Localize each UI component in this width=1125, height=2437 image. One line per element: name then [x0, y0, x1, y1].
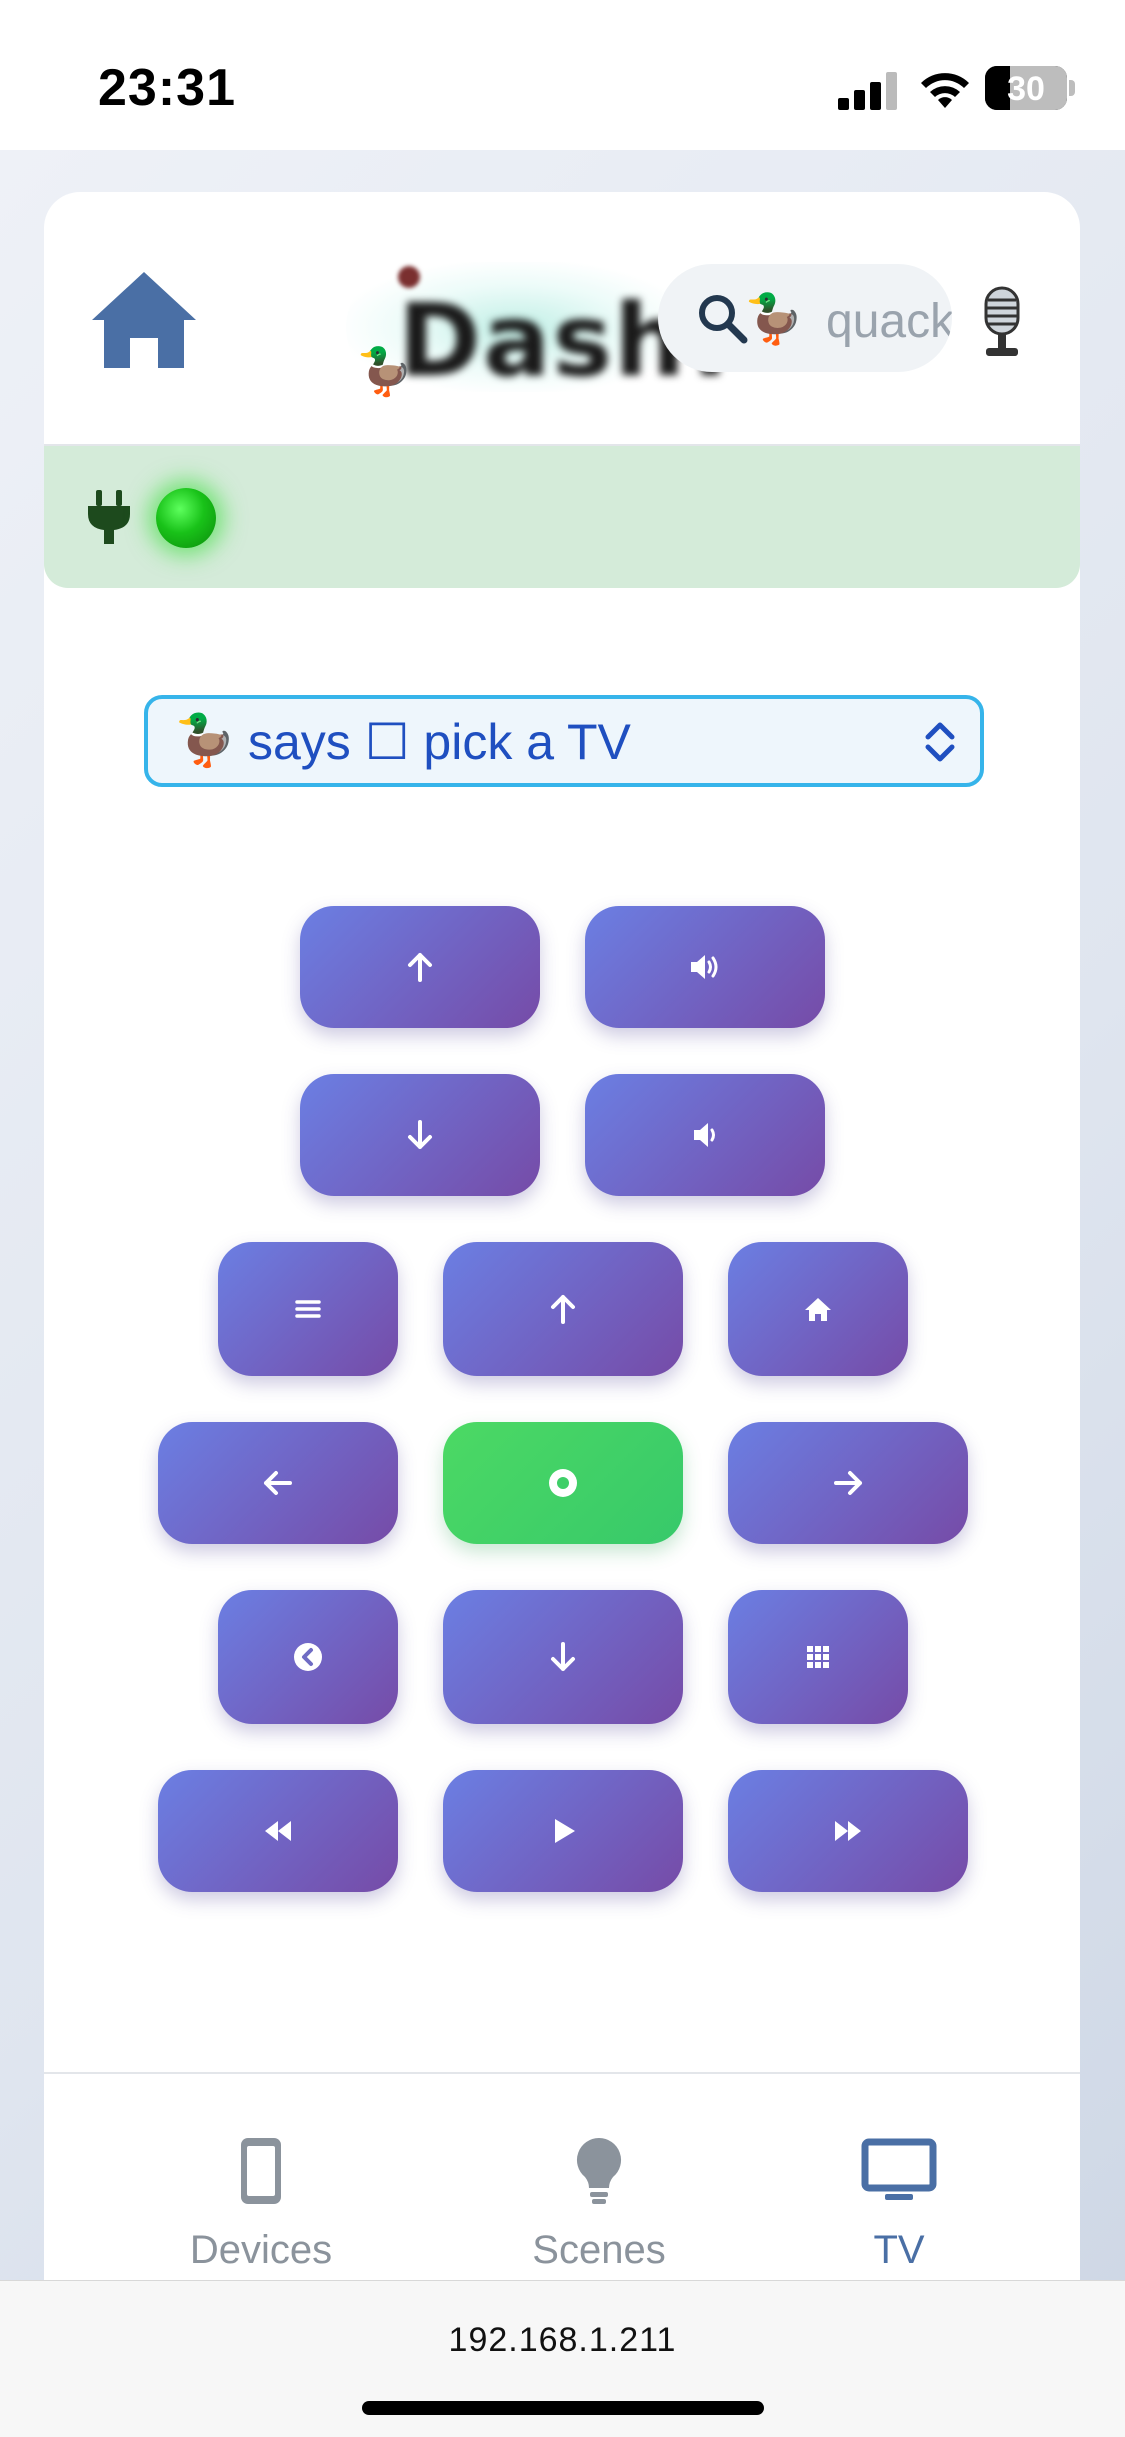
wifi-icon — [921, 73, 969, 108]
fast-forward-icon — [835, 1821, 861, 1841]
tab-label: Scenes — [532, 2228, 666, 2272]
dpad-right-button[interactable] — [728, 1422, 968, 1544]
connection-status-bar — [44, 446, 1080, 588]
dpad-up-button[interactable] — [443, 1242, 683, 1376]
app-logo: Dash! 🦆 — [306, 252, 733, 402]
duck-icon: 🦆 — [744, 293, 804, 346]
apps-button[interactable] — [728, 1590, 908, 1724]
arrow-down-icon — [408, 1120, 432, 1149]
status-led-icon — [156, 488, 216, 548]
search-input[interactable]: 🦆 quack — [658, 264, 952, 372]
up-button[interactable] — [300, 906, 540, 1028]
volume-up-icon — [691, 955, 718, 979]
dot-circle-icon — [549, 1469, 577, 1497]
tv-select-value: says ☐ pick a TV — [248, 714, 631, 770]
tab-label: TV — [873, 2228, 925, 2272]
menu-button[interactable] — [218, 1242, 398, 1376]
menu-icon — [295, 1300, 321, 1318]
home-icon — [805, 1298, 831, 1321]
search-placeholder: quack — [826, 295, 952, 348]
dpad-left-button[interactable] — [158, 1422, 398, 1544]
battery-level: 30 — [1007, 70, 1045, 108]
ok-button[interactable] — [443, 1422, 683, 1544]
status-time: 23:31 — [98, 59, 236, 117]
browser-url-bar[interactable]: 192.168.1.211 — [0, 2280, 1125, 2437]
home-button[interactable] — [728, 1242, 908, 1376]
duck-icon: 🦆 — [174, 712, 237, 768]
down-button[interactable] — [300, 1074, 540, 1196]
home-indicator[interactable] — [362, 2401, 764, 2415]
arrow-up-icon — [551, 1295, 575, 1324]
home-icon[interactable] — [88, 268, 200, 372]
select-chevrons-icon — [925, 722, 955, 762]
tab-scenes[interactable]: Scenes — [449, 2074, 749, 2274]
tv-icon — [861, 2138, 937, 2200]
app-header: Dash! 🦆 🦆 quack — [44, 192, 1080, 446]
volume-up-button[interactable] — [585, 906, 825, 1028]
arrow-left-icon — [264, 1471, 292, 1495]
bottom-tab-bar: Devices Scenes TV — [44, 2072, 1080, 2292]
app-card: Dash! 🦆 🦆 quack 🦆 says ☐ pick a TV Devic… — [44, 192, 1080, 2292]
play-button[interactable] — [443, 1770, 683, 1892]
tab-devices[interactable]: Devices — [111, 2074, 411, 2274]
duck-icon: 🦆 — [356, 345, 414, 397]
lightbulb-icon — [576, 2138, 622, 2204]
volume-down-icon — [694, 1123, 715, 1147]
rewind-button[interactable] — [158, 1770, 398, 1892]
rewind-icon — [265, 1821, 291, 1841]
arrow-up-icon — [408, 953, 432, 982]
grid-icon — [807, 1646, 829, 1668]
url-text: 192.168.1.211 — [448, 2321, 677, 2359]
play-icon — [555, 1819, 575, 1843]
phone-icon — [241, 2138, 281, 2204]
tv-select[interactable]: 🦆 says ☐ pick a TV — [144, 695, 984, 787]
battery-icon: 30 — [985, 66, 1067, 110]
dpad-down-button[interactable] — [443, 1590, 683, 1724]
plug-icon — [88, 490, 130, 544]
tab-label: Devices — [189, 2228, 333, 2272]
back-button[interactable] — [218, 1590, 398, 1724]
cellular-signal-icon — [838, 72, 898, 110]
tab-tv[interactable]: TV — [749, 2074, 1049, 2274]
microphone-icon[interactable] — [974, 286, 1030, 358]
fast-forward-button[interactable] — [728, 1770, 968, 1892]
arrow-right-icon — [834, 1471, 862, 1495]
search-icon — [699, 295, 748, 344]
status-bar: 23:31 30 — [0, 0, 1125, 150]
back-circle-icon — [294, 1643, 322, 1671]
arrow-down-icon — [551, 1642, 575, 1671]
volume-down-button[interactable] — [585, 1074, 825, 1196]
